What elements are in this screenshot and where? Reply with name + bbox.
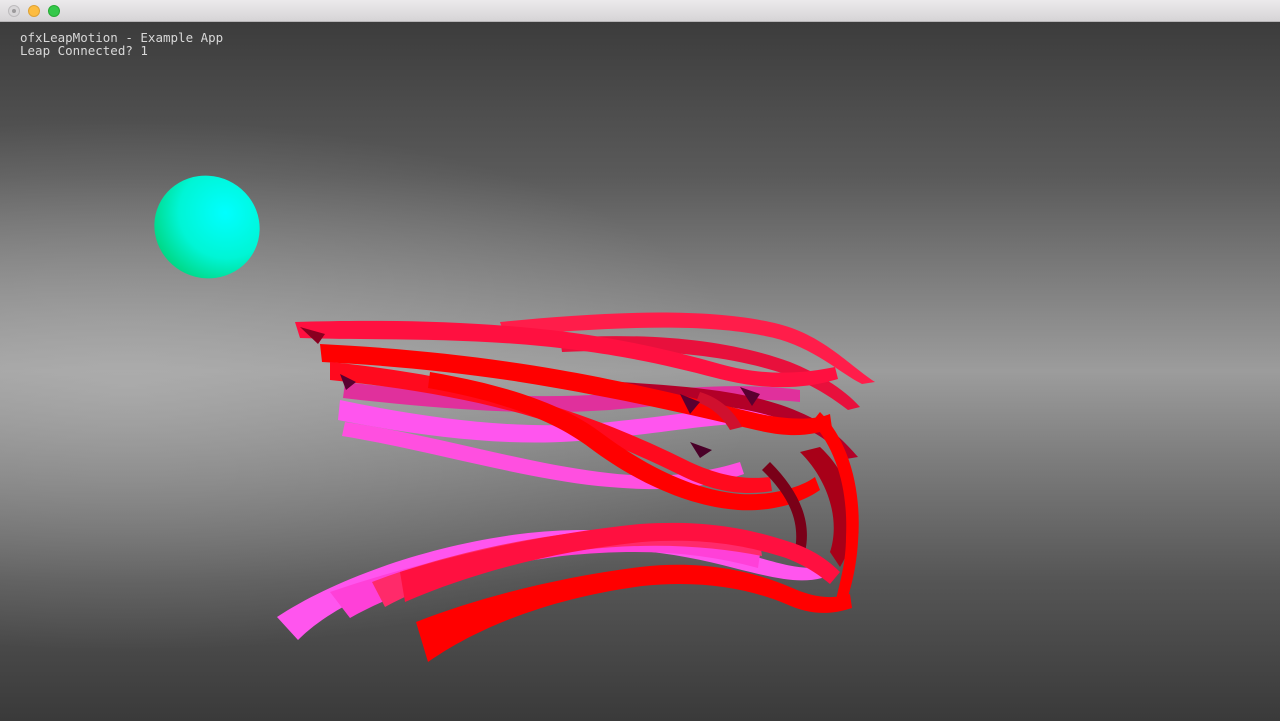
3d-scene [154, 175, 875, 662]
minimize-icon[interactable] [28, 5, 40, 17]
close-icon[interactable] [8, 5, 20, 17]
gl-viewport[interactable]: ofxLeapMotion - Example App Leap Connecte… [0, 22, 1280, 721]
app-window: ofxLeapMotion - Example App Leap Connecte… [0, 0, 1280, 721]
finger-trails [277, 312, 875, 662]
title-bar[interactable] [0, 0, 1280, 22]
tracked-sphere [154, 175, 260, 279]
finger-trail-ribbon [690, 442, 712, 458]
zoom-icon[interactable] [48, 5, 60, 17]
